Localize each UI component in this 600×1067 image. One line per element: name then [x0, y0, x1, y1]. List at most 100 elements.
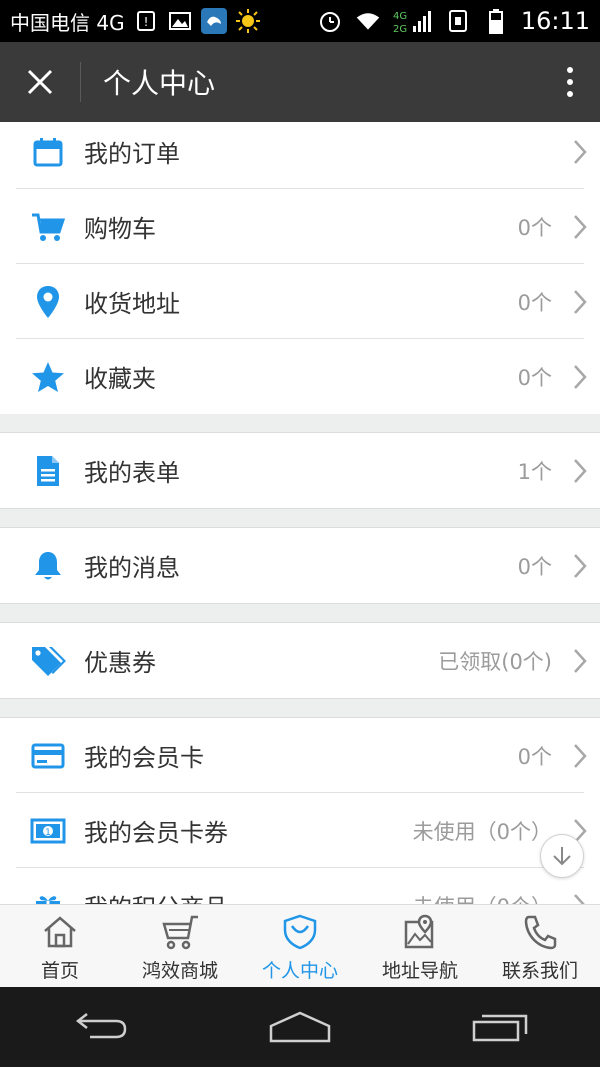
menu-item-value: 0个: [517, 290, 552, 315]
tab-home[interactable]: 首页: [0, 905, 120, 987]
top-app-bar: 个人中心: [0, 42, 600, 122]
gift-icon: [16, 868, 80, 904]
tab-label: 首页: [40, 959, 79, 982]
page-title: 个人中心: [103, 67, 216, 100]
document-icon: [16, 433, 80, 508]
chevron-right-icon: [560, 433, 600, 508]
section-gap: [0, 604, 600, 622]
status-right: 4G 2G 16:11: [317, 7, 590, 35]
tab-label: 地址导航: [381, 959, 458, 982]
menu-item-value: 0个: [517, 554, 552, 579]
svg-text:1: 1: [45, 828, 51, 838]
menu-item-label: 我的积分商品: [84, 888, 228, 904]
menu-item-orders[interactable]: 我的订单: [0, 122, 600, 189]
menu-item-messages[interactable]: 我的消息 0个: [0, 528, 600, 603]
menu-group-forms: 我的表单 1个: [0, 432, 600, 509]
back-arrow-icon: [75, 1013, 127, 1039]
menu-item-address[interactable]: 收货地址 0个: [0, 264, 600, 339]
menu-item-cart[interactable]: 购物车 0个: [0, 189, 600, 264]
menu-item-label: 购物车: [84, 215, 156, 243]
sim-card-icon: [445, 8, 471, 34]
tab-mall[interactable]: 鸿效商城: [120, 905, 240, 987]
signal-icon: 4G 2G: [393, 8, 433, 34]
tab-contact[interactable]: 联系我们: [480, 905, 600, 987]
map-icon: [403, 910, 437, 954]
alarm-icon: [317, 8, 343, 34]
chevron-right-icon: [560, 528, 600, 603]
chevron-right-icon: [560, 623, 600, 698]
home-outline-icon: [269, 1011, 331, 1043]
chevron-right-icon: [560, 718, 600, 793]
menu-item-member-card[interactable]: 我的会员卡 0个: [0, 718, 600, 793]
menu-item-value: 未使用（0个）: [412, 819, 552, 844]
home-icon: [42, 910, 78, 954]
chevron-right-icon: [560, 339, 600, 414]
location-pin-icon: [16, 264, 80, 339]
home-nav-button[interactable]: [240, 997, 360, 1057]
arrow-down-icon: [553, 847, 571, 866]
tags-icon: [16, 623, 80, 698]
back-button[interactable]: [40, 997, 160, 1057]
battery-icon: [483, 8, 509, 34]
chevron-right-icon: [560, 122, 600, 189]
menu-item-label: 我的会员卡券: [84, 819, 228, 847]
weather-sun-icon: [235, 8, 261, 34]
close-button[interactable]: [0, 42, 80, 122]
card-icon: [16, 718, 80, 793]
svg-text:!: !: [143, 15, 148, 29]
bell-icon: [16, 528, 80, 603]
menu-item-value: 1个: [517, 459, 552, 484]
clock-time: 16:11: [520, 7, 590, 35]
menu-item-favorites[interactable]: 收藏夹 0个: [0, 339, 600, 414]
menu-list: 我的订单 购物车 0个 收货地址 0个 收藏夹 0个 我的表单 1个 我的消息 …: [0, 122, 600, 904]
more-options-button[interactable]: [540, 42, 600, 122]
tab-navigation[interactable]: 地址导航: [360, 905, 480, 987]
tab-label: 鸿效商城: [141, 959, 218, 982]
menu-group-membership: 我的会员卡 0个 1 我的会员卡券 未使用（0个） 我的积分商品 未使用（0个）: [0, 717, 600, 904]
section-gap: [0, 509, 600, 527]
star-icon: [16, 339, 80, 414]
menu-item-value: 0个: [517, 215, 552, 240]
menu-item-value: 已领取(0个): [438, 649, 552, 674]
header-divider: [80, 62, 81, 102]
network-2g-label: 2G: [393, 24, 407, 34]
menu-item-label: 收藏夹: [84, 365, 156, 393]
menu-item-member-voucher[interactable]: 1 我的会员卡券 未使用（0个）: [0, 793, 600, 868]
bottom-tab-bar: 首页 鸿效商城 个人中心 地址导航 联系我们: [0, 904, 600, 987]
sim-warning-icon: !: [133, 8, 159, 34]
recent-apps-button[interactable]: [440, 997, 560, 1057]
carrier-label: 中国电信 4G: [10, 10, 125, 35]
cart-icon: [16, 189, 80, 264]
status-left: 中国电信 4G !: [10, 7, 261, 36]
menu-item-label: 收货地址: [84, 290, 180, 318]
menu-group-coupons: 优惠券 已领取(0个): [0, 622, 600, 699]
menu-item-forms[interactable]: 我的表单 1个: [0, 433, 600, 508]
more-vertical-icon: [567, 67, 573, 97]
phone-icon: [523, 910, 557, 954]
menu-item-value: 0个: [517, 744, 552, 769]
system-nav-bar: [0, 987, 600, 1067]
section-gap: [0, 699, 600, 717]
app-notification-icon: [200, 8, 227, 34]
gallery-icon: [167, 8, 193, 34]
tab-profile[interactable]: 个人中心: [240, 905, 360, 987]
voucher-icon: 1: [16, 793, 80, 868]
status-bar: 中国电信 4G ! 4G 2G 16:11: [0, 0, 600, 42]
menu-item-coupons[interactable]: 优惠券 已领取(0个): [0, 623, 600, 698]
recent-apps-icon: [472, 1014, 528, 1042]
menu-item-points-goods[interactable]: 我的积分商品 未使用（0个）: [0, 868, 600, 904]
shield-icon: [282, 910, 318, 954]
menu-item-value: 未使用（0个）: [413, 891, 552, 905]
menu-item-label: 我的消息: [84, 554, 180, 582]
chevron-right-icon: [560, 264, 600, 339]
tab-label: 个人中心: [261, 959, 338, 982]
menu-item-label: 我的订单: [84, 140, 180, 168]
scroll-down-button[interactable]: [540, 834, 584, 878]
close-icon: [27, 69, 53, 95]
calendar-icon: [16, 122, 80, 189]
menu-item-label: 优惠券: [84, 649, 156, 677]
menu-item-value: 0个: [517, 365, 552, 390]
wifi-icon: [355, 8, 381, 34]
menu-group-shopping: 我的订单 购物车 0个 收货地址 0个 收藏夹 0个: [0, 122, 600, 414]
menu-item-label: 我的表单: [84, 459, 180, 487]
